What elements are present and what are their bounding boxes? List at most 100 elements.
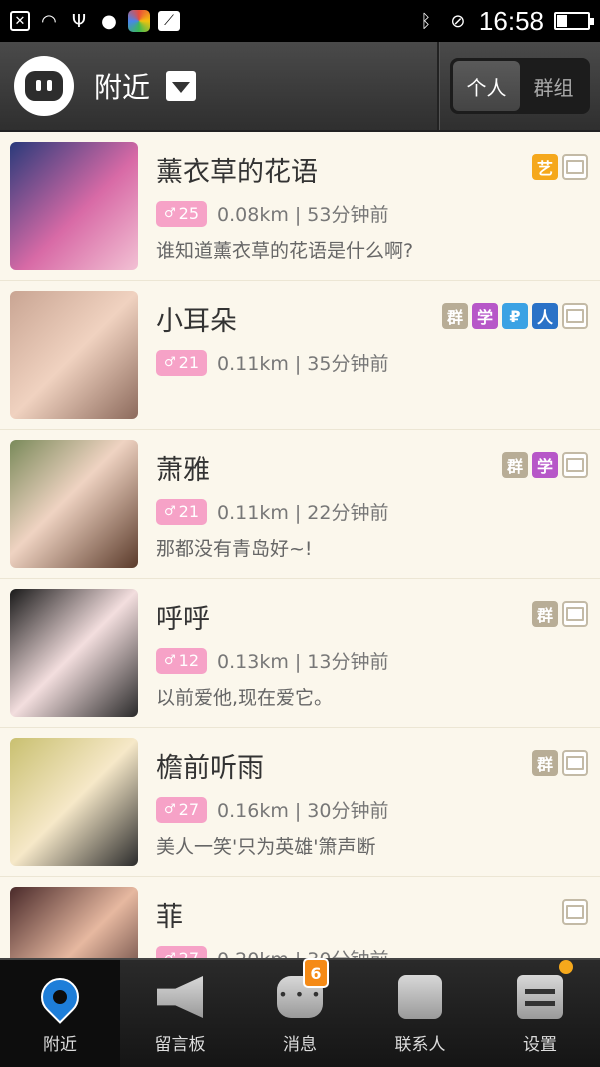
list-item[interactable]: 萧雅 群学 21 0.11km | 22分钟前那都没有青岛好~! xyxy=(0,430,600,579)
badge-group: 群 xyxy=(532,750,588,776)
list-item[interactable]: 檐前听雨 群 27 0.16km | 30分钟前美人一笑'只为英雄'箫声断 xyxy=(0,728,600,877)
age-badge: 25 xyxy=(156,200,208,227)
list-item[interactable]: 薰衣草的花语 艺 25 0.08km | 53分钟前谁知道薰衣草的花语是什么啊? xyxy=(0,132,600,281)
badge-group: 艺 xyxy=(532,154,588,180)
user-meta: 25 0.08km | 53分钟前 xyxy=(156,200,389,227)
status-icons-right: ᛒ ⊘ 16:58 xyxy=(415,5,594,37)
avatar[interactable] xyxy=(10,142,138,270)
badge-group: 群学 xyxy=(502,452,588,478)
distance-time: 0.13km | 13分钟前 xyxy=(217,651,389,673)
user-signature: 以前爱他,现在爱它。 xyxy=(156,687,334,709)
avatar[interactable] xyxy=(10,887,138,958)
avatar[interactable] xyxy=(10,738,138,866)
user-name: 小耳朵 xyxy=(156,306,237,337)
clock: 16:58 xyxy=(478,5,544,36)
status-icons-left: ✕ ◠ Ψ ● ⟋ xyxy=(10,10,180,32)
usb-icon: Ψ xyxy=(71,10,87,32)
nav-label: 附近 xyxy=(43,1035,77,1055)
age-badge: 27 xyxy=(156,945,208,958)
settings-icon xyxy=(517,975,563,1019)
distance-time: 0.20km | 30分钟前 xyxy=(217,945,388,958)
user-signature: 美人一笑'只为英雄'箫声断 xyxy=(156,836,376,858)
badge-yi: 艺 xyxy=(532,154,558,180)
user-meta: 27 0.16km | 30分钟前 xyxy=(156,796,389,823)
photo-album-icon xyxy=(562,750,588,776)
user-name: 薰衣草的花语 xyxy=(156,157,318,188)
badge-xue: 学 xyxy=(472,303,498,329)
photo-album-icon xyxy=(562,899,588,925)
battery-icon xyxy=(554,12,594,30)
badge-group xyxy=(562,899,588,925)
megaphone-icon xyxy=(157,976,203,1018)
user-name: 檐前听雨 xyxy=(156,753,264,784)
satellite-icon: ⟋ xyxy=(158,11,180,31)
photo-album-icon xyxy=(562,452,588,478)
badge-qun: 群 xyxy=(532,601,558,627)
no-signal-icon: ⊘ xyxy=(450,10,466,32)
user-meta: 21 0.11km | 35分钟前 xyxy=(156,349,389,376)
battery-level xyxy=(557,15,567,27)
distance-time: 0.11km | 35分钟前 xyxy=(217,353,389,375)
distance-time: 0.16km | 30分钟前 xyxy=(217,800,389,822)
contact-icon xyxy=(398,975,442,1019)
badge-group: 群学 ₽ 人 xyxy=(442,303,588,329)
badge-ren: 人 xyxy=(532,303,558,329)
avatar[interactable] xyxy=(10,440,138,568)
nav-label: 设置 xyxy=(523,1035,557,1055)
nav-item-contacts[interactable]: 联系人 xyxy=(360,960,480,1067)
distance-time: 0.08km | 53分钟前 xyxy=(217,204,389,226)
user-signature: 那都没有青岛好~! xyxy=(156,538,313,560)
app-header: 附近 个人 群组 xyxy=(0,42,600,132)
photo-album-icon xyxy=(562,154,588,180)
nav-label: 留言板 xyxy=(154,1035,206,1055)
nav-item-nearby[interactable]: 附近 xyxy=(0,960,120,1067)
android-icon: ● xyxy=(101,10,117,32)
user-meta: 27 0.20km | 30分钟前 xyxy=(156,945,389,958)
nearby-people-list: 薰衣草的花语 艺 25 0.08km | 53分钟前谁知道薰衣草的花语是什么啊? 小耳朵… xyxy=(0,132,600,958)
bottom-nav: 附近 留言板 6 消息 联系人 设置 xyxy=(0,958,600,1067)
bluetooth-icon: ᛒ xyxy=(420,10,432,32)
badge-pay: ₽ xyxy=(502,303,528,329)
close-box-icon: ✕ xyxy=(10,11,30,31)
tab-individual[interactable]: 个人 xyxy=(453,61,520,111)
colorful-app-icon xyxy=(128,10,150,32)
segment-control: 个人 群组 xyxy=(450,58,590,114)
nav-item-message-board[interactable]: 留言板 xyxy=(120,960,240,1067)
chevron-down-icon[interactable] xyxy=(166,71,197,101)
user-name: 菲 xyxy=(156,902,183,933)
badge-qun: 群 xyxy=(442,303,468,329)
age-badge: 21 xyxy=(156,349,208,376)
photo-album-icon xyxy=(562,303,588,329)
wifi-icon: ◠ xyxy=(41,10,57,32)
location-pin-icon xyxy=(33,970,87,1024)
avatar[interactable] xyxy=(10,589,138,717)
page-title: 附近 xyxy=(94,71,151,104)
user-meta: 12 0.13km | 13分钟前 xyxy=(156,647,389,674)
header-divider xyxy=(437,42,439,130)
tab-groups[interactable]: 群组 xyxy=(520,61,587,111)
unread-count-badge: 6 xyxy=(303,958,329,988)
nav-item-settings[interactable]: 设置 xyxy=(480,960,600,1067)
badge-group: 群 xyxy=(532,601,588,627)
badge-qun: 群 xyxy=(502,452,528,478)
notification-dot xyxy=(559,960,573,974)
nav-label: 联系人 xyxy=(394,1035,446,1055)
avatar[interactable] xyxy=(10,291,138,419)
age-badge: 21 xyxy=(156,498,208,525)
age-badge: 27 xyxy=(156,796,208,823)
nav-item-messages[interactable]: 6 消息 xyxy=(240,958,360,1067)
user-signature: 谁知道薰衣草的花语是什么啊? xyxy=(156,240,414,262)
list-item[interactable]: 小耳朵 群学₽人 21 0.11km | 35分钟前 xyxy=(0,281,600,430)
list-item[interactable]: 呼呼 群 12 0.13km | 13分钟前以前爱他,现在爱它。 xyxy=(0,579,600,728)
distance-time: 0.11km | 22分钟前 xyxy=(217,502,389,524)
status-bar: ✕ ◠ Ψ ● ⟋ ᛒ ⊘ 16:58 xyxy=(0,0,600,42)
user-meta: 21 0.11km | 22分钟前 xyxy=(156,498,389,525)
list-item[interactable]: 菲 27 0.20km | 30分钟前 xyxy=(0,877,600,958)
badge-qun: 群 xyxy=(532,750,558,776)
age-badge: 12 xyxy=(156,647,208,674)
badge-xue: 学 xyxy=(532,452,558,478)
nav-label: 消息 xyxy=(283,1035,317,1055)
app-logo-icon[interactable] xyxy=(14,56,74,116)
photo-album-icon xyxy=(562,601,588,627)
user-name: 呼呼 xyxy=(156,604,210,635)
